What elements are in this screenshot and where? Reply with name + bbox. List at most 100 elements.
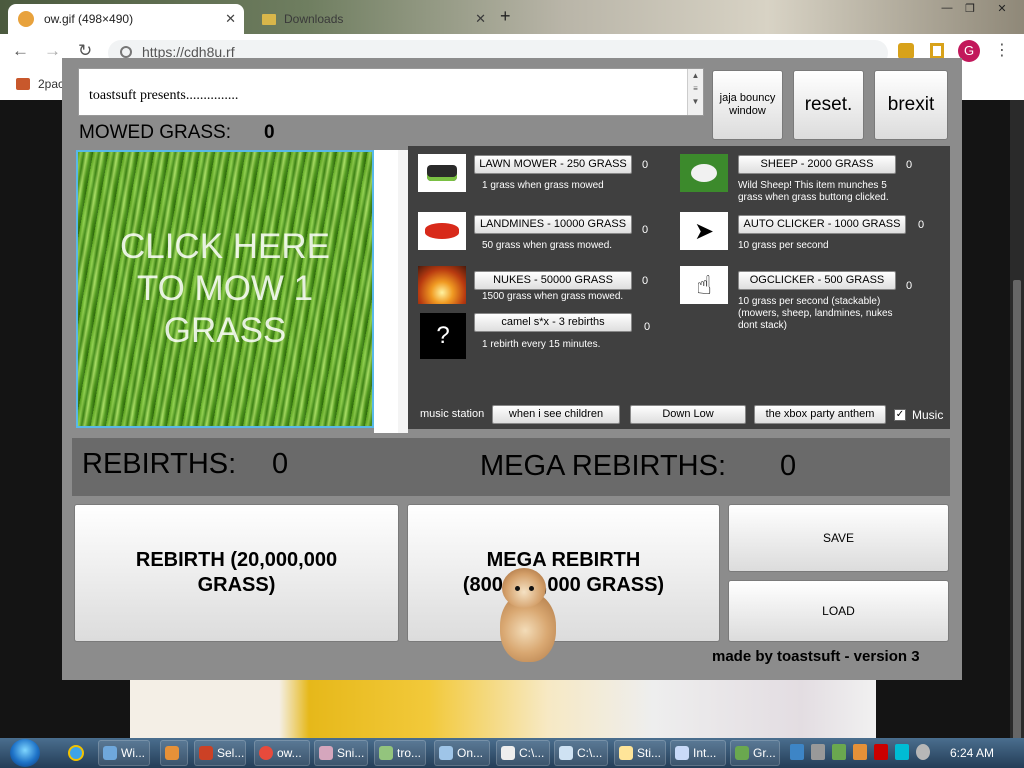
taskbar-item[interactable]: ow...: [254, 740, 310, 766]
credit-text: made by toastsuft - version 3: [712, 648, 920, 665]
buy-nukes-button[interactable]: NUKES - 50000 GRASS: [474, 271, 632, 290]
nukes-count: 0: [642, 275, 649, 287]
auto-clicker-desc: 10 grass per second: [738, 240, 829, 251]
lawn-mower-icon: [418, 154, 466, 192]
bookmark-favicon-icon: [16, 78, 30, 90]
taskbar-item-label: Wi...: [121, 746, 145, 760]
taskbar-item[interactable]: Sel...: [194, 740, 246, 766]
start-menu-icon[interactable]: [10, 739, 40, 767]
taskbar-item[interactable]: Sni...: [314, 740, 368, 766]
display-icon[interactable]: [895, 744, 909, 760]
jaja-bouncy-window-button[interactable]: jaja bouncy window: [712, 70, 783, 140]
load-button[interactable]: LOAD: [728, 580, 949, 642]
volume-icon[interactable]: [916, 744, 930, 760]
window-icon: [559, 746, 573, 760]
bookmark-icon[interactable]: [930, 43, 944, 59]
tab-active[interactable]: ow.gif (498×490) ✕: [8, 4, 244, 34]
question-mark-icon: ?: [420, 313, 466, 359]
taskbar-item[interactable]: tro...: [374, 740, 426, 766]
tab-active-title: ow.gif (498×490): [44, 12, 134, 26]
mowed-grass-label: MOWED GRASS:: [79, 122, 232, 143]
taskbar-item-label: ow...: [277, 746, 302, 760]
explorer-icon: [103, 746, 117, 760]
taskbar-item[interactable]: Sti...: [614, 740, 666, 766]
mega-rebirth-button[interactable]: MEGA REBIRTH (800,000,000 GRASS): [407, 504, 720, 642]
buy-ogclicker-button[interactable]: OGCLICKER - 500 GRASS: [738, 271, 896, 290]
taskbar-item[interactable]: Gr...: [730, 740, 780, 766]
intro-textbox[interactable]: toastsuft presents............... ▲ ≡ ▼: [78, 68, 704, 116]
buy-lawn-mower-button[interactable]: LAWN MOWER - 250 GRASS: [474, 155, 632, 174]
internet-explorer-icon[interactable]: [68, 745, 84, 761]
taskbar-item-label: Int...: [693, 746, 717, 760]
menu-dots-icon[interactable]: ⋮: [994, 40, 1010, 60]
scrollbar-thumb[interactable]: [1013, 280, 1021, 740]
tab-downloads[interactable]: Downloads ✕: [256, 4, 486, 34]
close-tab-icon[interactable]: ✕: [475, 11, 486, 27]
dancing-hamster-image: [496, 564, 560, 662]
taskbar-item[interactable]: C:\...: [554, 740, 608, 766]
tray-app-icon[interactable]: [832, 744, 846, 760]
search-icon[interactable]: [853, 744, 867, 760]
taskbar-item-label: C:\...: [577, 746, 603, 760]
rebirths-value: 0: [272, 448, 289, 480]
song-when-i-see-children-button[interactable]: when i see children: [492, 405, 620, 424]
taskbar-item[interactable]: Wi...: [98, 740, 150, 766]
buy-auto-clicker-button[interactable]: AUTO CLICKER - 1000 GRASS: [738, 215, 906, 234]
mow-grass-button[interactable]: CLICK HERE TO MOW 1 GRASS: [76, 150, 374, 428]
back-arrow-icon[interactable]: ←: [12, 41, 29, 61]
reset-button[interactable]: reset.: [793, 70, 864, 140]
new-tab-button[interactable]: +: [500, 6, 511, 27]
taskbar-item-label: C:\...: [519, 746, 545, 760]
taskbar-item[interactable]: Int...: [670, 740, 726, 766]
site-info-icon[interactable]: [120, 46, 132, 58]
window-icon: [675, 746, 689, 760]
page-scrollbar[interactable]: [1010, 100, 1024, 740]
chrome-icon: [259, 746, 273, 760]
music-checkbox[interactable]: ✓: [894, 409, 906, 421]
taskbar-item[interactable]: On...: [434, 740, 490, 766]
hand-cursor-icon: ☝: [680, 266, 728, 304]
song-xbox-party-anthem-button[interactable]: the xbox party anthem: [754, 405, 886, 424]
clock[interactable]: 6:24 AM: [950, 746, 994, 760]
cursor-arrow-icon: ➤: [680, 212, 728, 250]
bookmark-item[interactable]: 2pac: [16, 77, 64, 91]
music-checkbox-label: Music: [912, 408, 944, 422]
grass-scrollbar[interactable]: [398, 150, 408, 433]
intro-scrollbar[interactable]: ▲ ≡ ▼: [687, 69, 703, 115]
rebirth-button[interactable]: REBIRTH (20,000,000 GRASS): [74, 504, 399, 642]
save-button[interactable]: SAVE: [728, 504, 949, 572]
mega-rebirths-label: MEGA REBIRTHS:: [480, 450, 727, 482]
bookmark-label: 2pac: [38, 77, 65, 91]
forward-arrow-icon[interactable]: →: [44, 41, 61, 61]
buy-landmines-button[interactable]: LANDMINES - 10000 GRASS: [474, 215, 632, 234]
taskbar-item[interactable]: C:\...: [496, 740, 550, 766]
buy-sheep-button[interactable]: SHEEP - 2000 GRASS: [738, 155, 896, 174]
close-window-button[interactable]: ✕: [990, 2, 1014, 18]
camel-count: 0: [644, 321, 651, 333]
maximize-button[interactable]: ❐: [958, 2, 982, 18]
taskbar-item-label: Gr...: [753, 746, 776, 760]
mow-grass-label: CLICK HERE TO MOW 1 GRASS: [119, 227, 331, 350]
grass-game-window: toastsuft presents............... ▲ ≡ ▼ ja…: [62, 58, 962, 680]
taskbar-item-label: Sel...: [217, 746, 245, 760]
tray-app-icon[interactable]: [811, 744, 825, 760]
nukes-desc: 1500 grass when grass mowed.: [482, 291, 624, 302]
brexit-button[interactable]: brexit: [874, 70, 948, 140]
taskbar-item-label: tro...: [397, 746, 422, 760]
rebirths-label: REBIRTHS:: [82, 448, 237, 480]
close-tab-icon[interactable]: ✕: [225, 11, 236, 27]
lawn-mower-desc: 1 grass when grass mowed: [482, 180, 604, 191]
extensions-icon[interactable]: [898, 43, 914, 59]
minimize-button[interactable]: —: [935, 2, 959, 18]
taskbar-item[interactable]: [160, 740, 188, 766]
taskbar-item-label: On...: [457, 746, 484, 760]
nuke-icon: [418, 266, 466, 304]
song-down-low-button[interactable]: Down Low: [630, 405, 746, 424]
network-icon[interactable]: [790, 744, 804, 760]
landmines-desc: 50 grass when grass mowed.: [482, 240, 613, 251]
flag-icon[interactable]: [874, 744, 888, 760]
buy-camel-button[interactable]: camel s*x - 3 rebirths: [474, 313, 632, 332]
windows-taskbar: Wi... Sel... ow... Sni... tro... On... C…: [0, 738, 1024, 768]
rebirth-stats: REBIRTHS: 0 MEGA REBIRTHS: 0: [72, 438, 950, 496]
intro-text: toastsuft presents...............: [89, 88, 239, 103]
